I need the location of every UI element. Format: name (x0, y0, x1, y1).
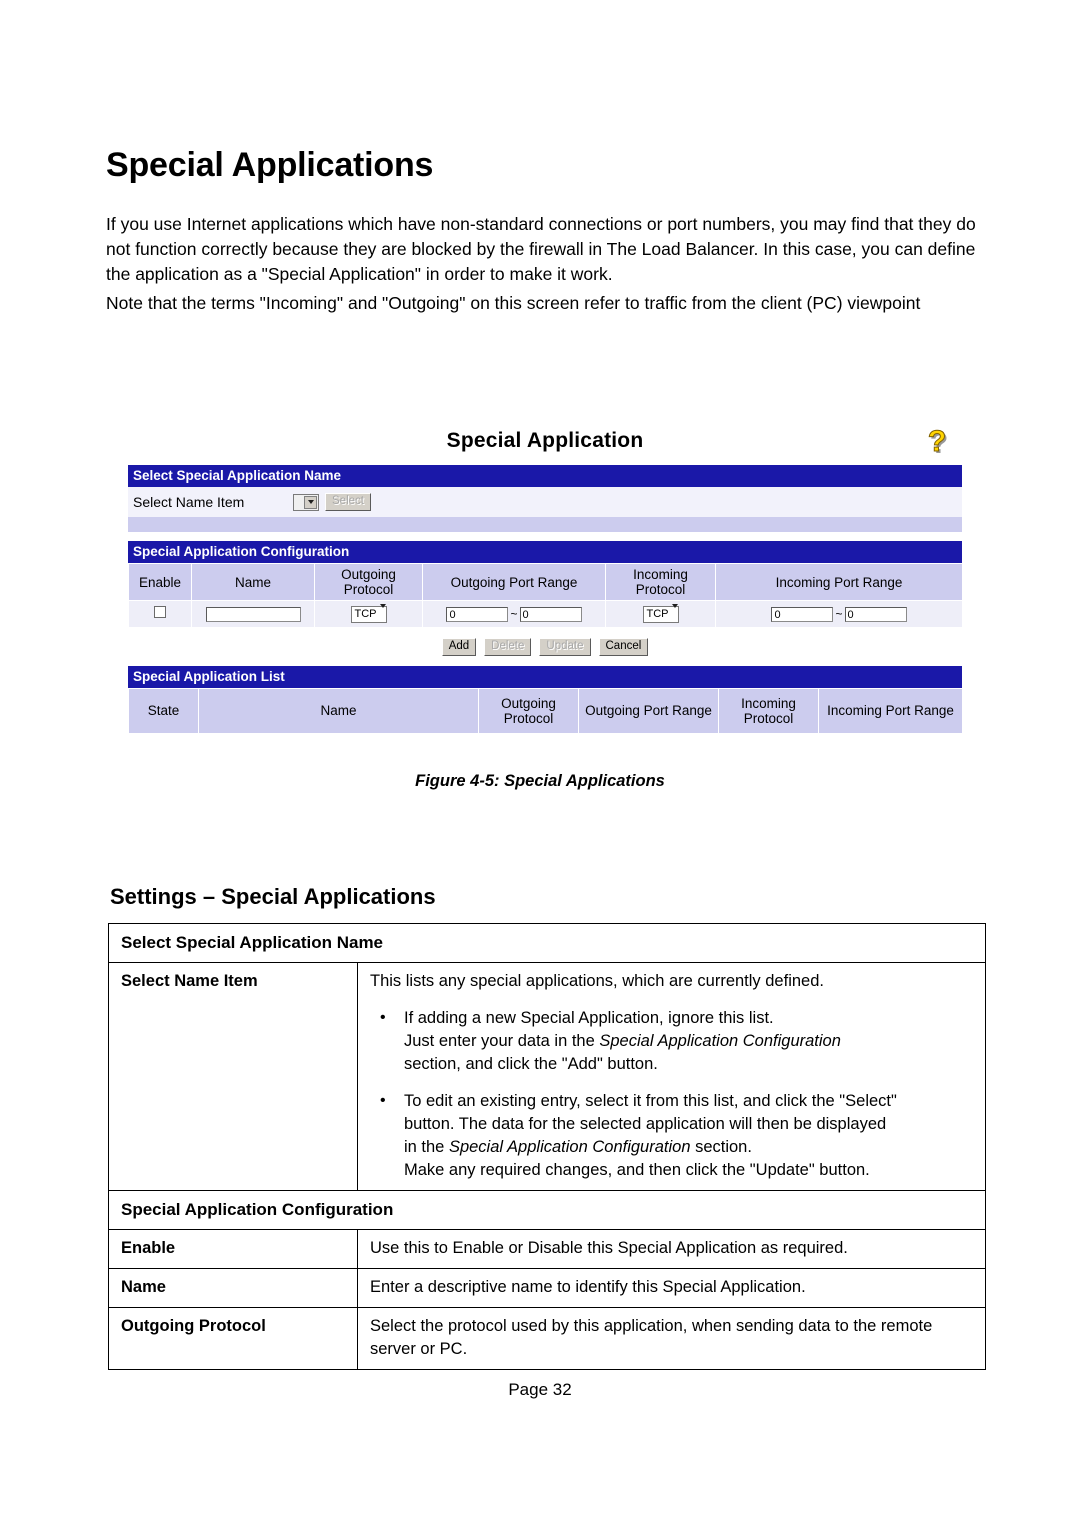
enable-checkbox[interactable] (154, 606, 166, 619)
bullet2-line-3-pre: in the (404, 1138, 449, 1156)
outgoing-port-start-input[interactable]: 0 (446, 606, 509, 622)
intro-paragraph-2: Note that the terms "Incoming" and "Outg… (106, 293, 921, 313)
chevron-down-icon (304, 495, 317, 509)
name-input[interactable] (205, 606, 301, 622)
settings-section-title-config: Special Application Configuration (108, 1190, 986, 1230)
page-title: Special Applications (106, 146, 434, 184)
incoming-port-range-cell: 0 ~0 (715, 600, 963, 628)
settings-value-enable: Use this to Enable or Disable this Speci… (357, 1229, 986, 1269)
config-table: Enable Name Outgoing Protocol Outgoing P… (128, 563, 963, 628)
special-app-name-dropdown[interactable] (293, 493, 319, 511)
settings-value-outgoing-protocol: Select the protocol used by this applica… (357, 1307, 986, 1370)
figure-caption: Figure 4-5: Special Applications (415, 772, 665, 790)
incoming-protocol-select[interactable]: TCP (642, 603, 679, 623)
outgoing-port-end-input[interactable]: 0 (519, 606, 582, 622)
bullet-line-3: section, and click the "Add" button. (404, 1055, 658, 1073)
list-section-bar: Special Application List (128, 665, 962, 688)
select-name-row: Select Name Item Select (128, 487, 962, 517)
chevron-down-icon (671, 603, 678, 622)
bullet2-line-4: Make any required changes, and then clic… (404, 1161, 870, 1179)
config-header-outgoing-port-range: Outgoing Port Range (422, 563, 606, 601)
bullet2-line-2: button. The data for the selected applic… (404, 1115, 887, 1133)
list-header-outgoing-protocol: Outgoing Protocol (478, 687, 579, 734)
router-ui-screenshot: Special Application ? ? Select Special A… (128, 421, 963, 734)
outgoing-port-range-cell: 0 ~0 (422, 600, 606, 628)
document-page: Special Applications If you use Internet… (0, 0, 1080, 1528)
settings-section-header-row-config: Special Application Configuration (108, 1190, 986, 1230)
settings-table: Select Special Application Name Select N… (108, 923, 986, 1370)
list-table-header-row: State Name Outgoing Protocol Outgoing Po… (128, 687, 963, 734)
bullet-line-1: If adding a new Special Application, ign… (404, 1009, 774, 1027)
bullet-line-2-italic: Special Application Configuration (599, 1032, 841, 1050)
select-name-bullet-list: If adding a new Special Application, ign… (370, 1006, 975, 1182)
ui-titlebar: Special Application ? ? (128, 421, 962, 465)
settings-section-header-row: Select Special Application Name (108, 923, 986, 963)
incoming-port-end-input[interactable]: 0 (844, 606, 907, 622)
incoming-protocol-value: TCP (646, 608, 669, 620)
config-table-input-row: TCP 0 ~0 TCP 0 ~0 (128, 600, 963, 628)
add-button[interactable]: Add (441, 637, 477, 656)
config-action-buttons: Add Delete Update Cancel (128, 627, 962, 666)
bullet2-line-3-italic: Special Application Configuration (448, 1138, 691, 1156)
settings-row-name: Name Enter a descriptive name to identif… (108, 1268, 986, 1308)
incoming-protocol-cell: TCP (605, 600, 716, 628)
settings-key-name: Name (108, 1268, 358, 1308)
name-cell (191, 600, 315, 628)
settings-row-outgoing-protocol: Outgoing Protocol Select the protocol us… (108, 1307, 986, 1370)
ui-gap-1 (128, 532, 962, 541)
application-list-table: State Name Outgoing Protocol Outgoing Po… (128, 687, 963, 734)
select-name-section-bar: Select Special Application Name (128, 465, 962, 487)
select-button[interactable]: Select (325, 493, 371, 511)
chevron-down-icon (379, 603, 386, 622)
list-header-state: State (128, 687, 199, 734)
outgoing-protocol-cell: TCP (314, 600, 423, 628)
config-header-incoming-port-range: Incoming Port Range (715, 563, 963, 601)
config-header-incoming-protocol: Incoming Protocol (605, 563, 716, 601)
settings-row-select-name-item: Select Name Item This lists any special … (108, 962, 986, 1191)
list-header-outgoing-port-range: Outgoing Port Range (578, 687, 719, 734)
page-footer: Page 32 (508, 1380, 572, 1399)
settings-value-name: Enter a descriptive name to identify thi… (357, 1268, 986, 1308)
config-header-enable: Enable (128, 563, 192, 601)
settings-key-enable: Enable (108, 1229, 358, 1269)
bullet-edit-existing: To edit an existing entry, select it fro… (370, 1089, 975, 1182)
config-section-bar: Special Application Configuration (128, 541, 962, 563)
config-table-header-row: Enable Name Outgoing Protocol Outgoing P… (128, 563, 963, 601)
select-name-intro-text: This lists any special applications, whi… (370, 972, 824, 990)
list-header-incoming-port-range: Incoming Port Range (818, 687, 963, 734)
bullet-line-2-pre: Just enter your data in the (404, 1032, 600, 1050)
ui-section-spacer (128, 517, 962, 532)
settings-section-title-select-name: Select Special Application Name (108, 923, 986, 963)
cancel-button[interactable]: Cancel (598, 637, 649, 656)
bullet2-line-1: To edit an existing entry, select it fro… (404, 1092, 897, 1110)
settings-heading: Settings – Special Applications (110, 884, 436, 909)
select-name-item-label: Select Name Item (133, 494, 245, 510)
settings-value-select-name-item: This lists any special applications, whi… (357, 962, 986, 1191)
port-range-separator: ~ (510, 606, 518, 621)
ui-page-title: Special Application (446, 429, 644, 452)
intro-paragraph-1: If you use Internet applications which h… (106, 214, 976, 284)
update-button[interactable]: Update (539, 637, 591, 656)
bullet-add-new: If adding a new Special Application, ign… (370, 1006, 975, 1076)
bullet2-line-3-post: section. (690, 1138, 752, 1156)
outgoing-protocol-select[interactable]: TCP (350, 603, 387, 623)
question-mark-help-icon[interactable]: ? ? (922, 423, 956, 461)
enable-cell (128, 600, 192, 628)
settings-key-outgoing-protocol: Outgoing Protocol (108, 1307, 358, 1370)
port-range-separator: ~ (835, 606, 843, 621)
outgoing-protocol-value: TCP (354, 608, 377, 620)
list-header-name: Name (198, 687, 479, 734)
delete-button[interactable]: Delete (484, 637, 532, 656)
incoming-port-start-input[interactable]: 0 (771, 606, 834, 622)
config-header-outgoing-protocol: Outgoing Protocol (314, 563, 423, 601)
svg-text:?: ? (928, 425, 946, 458)
config-header-name: Name (191, 563, 315, 601)
list-header-incoming-protocol: Incoming Protocol (718, 687, 819, 734)
settings-key-select-name-item: Select Name Item (108, 962, 358, 1191)
settings-row-enable: Enable Use this to Enable or Disable thi… (108, 1229, 986, 1269)
